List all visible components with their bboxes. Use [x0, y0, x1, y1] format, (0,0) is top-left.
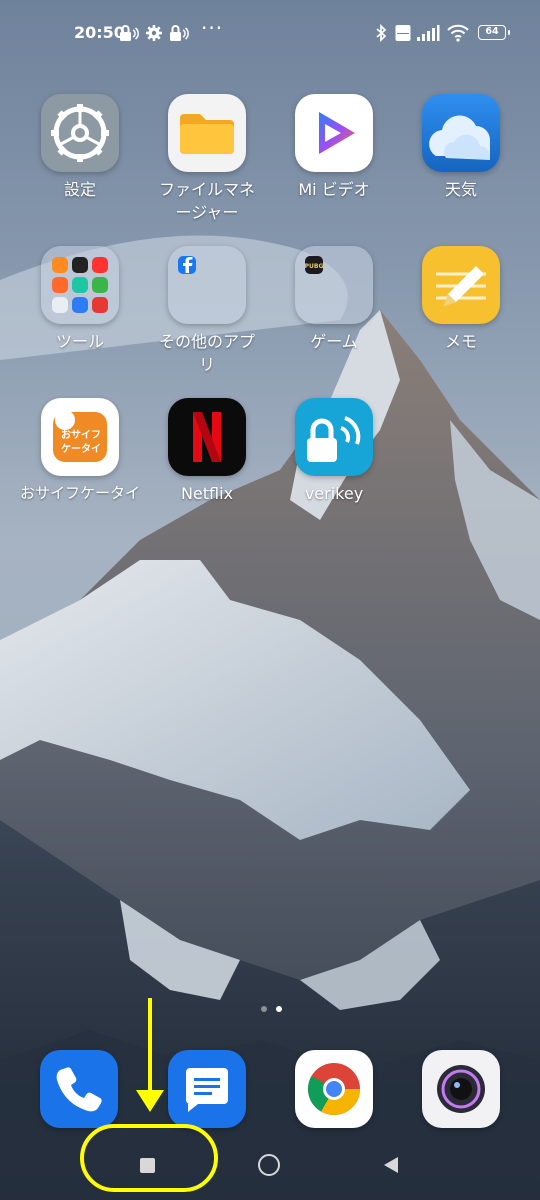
- annotation-overlay: [80, 998, 218, 1192]
- annotation-arrow-head: [136, 1090, 164, 1112]
- annotation-highlight-ellipse: [80, 1124, 218, 1192]
